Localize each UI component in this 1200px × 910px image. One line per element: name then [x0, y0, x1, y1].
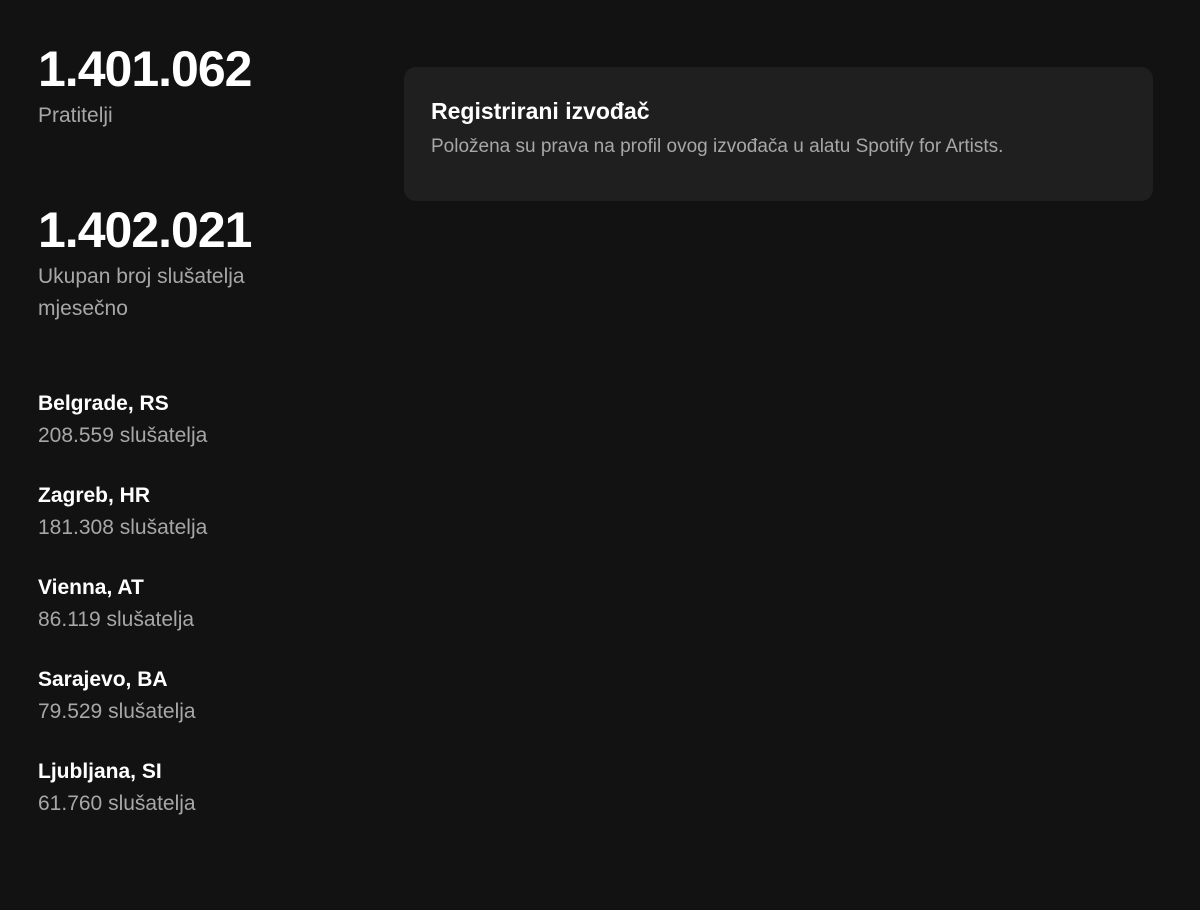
city-item: Zagreb, HR 181.308 slušatelja: [38, 480, 368, 572]
city-listeners: 181.308 slušatelja: [38, 516, 208, 539]
city-listeners: 61.760 slušatelja: [38, 792, 196, 815]
monthly-listeners-count: 1.402.021: [38, 202, 252, 258]
city-listeners: 86.119 slušatelja: [38, 608, 195, 631]
followers-count: 1.401.062: [38, 41, 252, 97]
city-item: Belgrade, RS 208.559 slušatelja: [38, 388, 368, 480]
top-cities-list: Belgrade, RS 208.559 slušatelja Zagreb, …: [38, 388, 368, 848]
city-item: Vienna, AT 86.119 slušatelja: [38, 572, 368, 664]
monthly-listeners-label: Ukupan broj slušatelja mjesečno: [38, 265, 245, 320]
verified-artist-description: Položena su prava na profil ovog izvođač…: [431, 136, 1004, 157]
city-listeners: 208.559 slušatelja: [38, 424, 208, 447]
city-name: Zagreb, HR: [38, 484, 151, 507]
city-listeners: 79.529 slušatelja: [38, 700, 196, 723]
verified-artist-card: Registrirani izvođač Položena su prava n…: [404, 67, 1153, 201]
city-name: Belgrade, RS: [38, 392, 169, 415]
verified-artist-title: Registrirani izvođač: [431, 98, 650, 124]
city-item: Ljubljana, SI 61.760 slušatelja: [38, 756, 368, 848]
city-item: Sarajevo, BA 79.529 slušatelja: [38, 664, 368, 756]
city-name: Ljubljana, SI: [38, 760, 162, 783]
followers-label: Pratitelji: [38, 104, 113, 127]
city-name: Vienna, AT: [38, 576, 144, 599]
monthly-listeners-stat: 1.402.021 Ukupan broj slušatelja mjesečn…: [38, 205, 288, 325]
followers-stat: 1.401.062 Pratitelji: [38, 41, 252, 132]
city-name: Sarajevo, BA: [38, 668, 168, 691]
